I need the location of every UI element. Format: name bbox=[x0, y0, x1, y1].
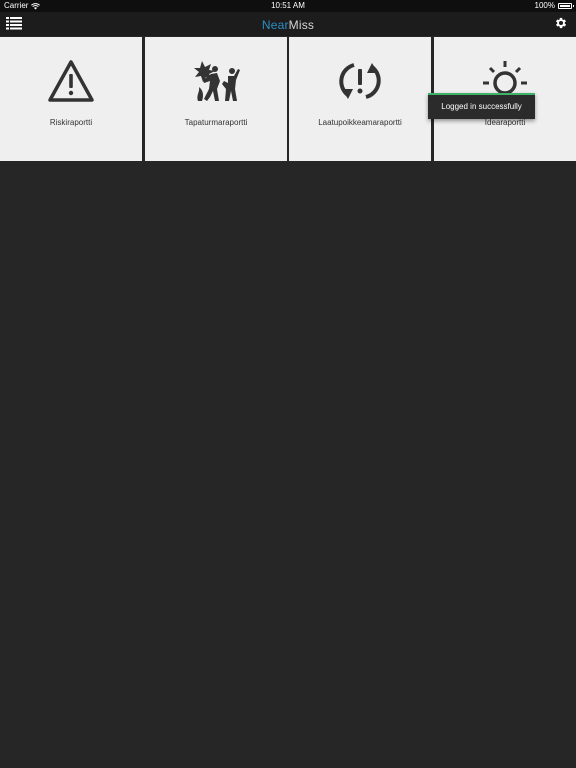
tile-icon-wrap bbox=[145, 59, 287, 105]
toast-notification: Logged in successfully bbox=[428, 93, 535, 119]
tile-tapaturmaraportti[interactable]: Tapaturmaraportti bbox=[145, 37, 287, 161]
tile-laatupoikkeamaraportti[interactable]: Laatupoikkeamaraportti bbox=[289, 37, 431, 161]
tile-label: Idearaportti bbox=[484, 118, 526, 127]
gear-icon bbox=[555, 17, 567, 29]
tile-riskiraportti[interactable]: Riskiraportti bbox=[0, 37, 142, 161]
accident-icon bbox=[194, 61, 240, 101]
warning-triangle-icon bbox=[48, 60, 94, 102]
nav-bar: NearMiss bbox=[0, 12, 576, 36]
app-title-near: Near bbox=[261, 18, 289, 32]
battery-percent: 100% bbox=[534, 1, 555, 10]
battery-fill bbox=[560, 5, 570, 7]
settings-button[interactable] bbox=[554, 16, 570, 32]
tile-icon-wrap bbox=[289, 59, 431, 103]
battery-icon bbox=[558, 3, 574, 9]
app-title-miss: Miss bbox=[288, 18, 315, 32]
app-title: NearMiss bbox=[0, 12, 576, 38]
tile-label: Tapaturmaraportti bbox=[184, 118, 248, 127]
tile-icon-wrap bbox=[0, 59, 142, 103]
tile-label: Laatupoikkeamaraportti bbox=[318, 118, 402, 127]
quality-deviation-icon bbox=[339, 63, 381, 99]
tile-label: Riskiraportti bbox=[49, 118, 93, 127]
status-right: 100% bbox=[534, 0, 574, 12]
status-time: 10:51 AM bbox=[271, 1, 305, 10]
status-bar: Carrier 10:51 AM 100% bbox=[0, 0, 576, 12]
